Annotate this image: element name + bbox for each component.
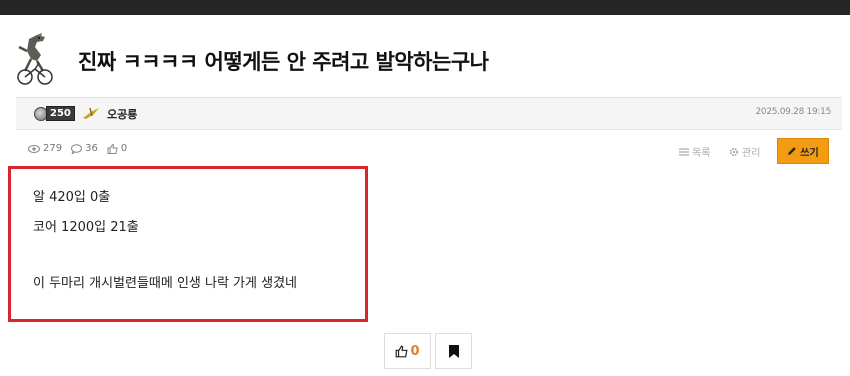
pencil-icon: [788, 147, 796, 155]
write-label: 쓰기: [800, 147, 819, 159]
content-line: 코어 1200입 21출: [33, 220, 139, 235]
post-meta-bar: [16, 97, 842, 130]
mascot-avatar: [17, 33, 53, 85]
comments-count: 36: [85, 143, 98, 154]
author-name[interactable]: 오공룡: [107, 106, 137, 122]
post-date: 2025.09.28 19:15: [755, 107, 831, 117]
like-button[interactable]: 0: [384, 333, 431, 369]
content-line: 알 420입 0출: [33, 190, 111, 205]
comments-stat[interactable]: 36: [71, 143, 98, 154]
class-icon: [83, 107, 99, 119]
thumbs-up-icon: [107, 143, 118, 154]
post-actions: 0: [384, 333, 472, 369]
eye-icon: [28, 144, 40, 153]
like-count: 0: [410, 343, 420, 359]
admin-label: 관리: [742, 148, 761, 159]
views-stat: 279: [28, 143, 62, 154]
admin-button[interactable]: 관리: [729, 144, 760, 159]
list-button[interactable]: 목록: [679, 144, 710, 159]
top-bar: [0, 0, 850, 15]
gear-icon: [729, 147, 739, 156]
list-label: 목록: [692, 148, 711, 159]
post-stats: 279 36 0: [28, 143, 136, 154]
post-title: 진짜 ㅋㅋㅋㅋ 어떻게든 안 주려고 발악하는구나: [78, 50, 489, 74]
likes-count: 0: [120, 143, 128, 154]
views-count: 279: [43, 143, 63, 154]
list-icon: [679, 147, 689, 156]
bookmark-button[interactable]: [435, 333, 472, 369]
write-button[interactable]: 쓰기: [777, 138, 829, 164]
bookmark-icon: [448, 344, 459, 358]
level-number: 250: [46, 106, 75, 121]
level-badge: 250: [34, 106, 75, 121]
likes-stat: 0: [107, 143, 127, 154]
comment-icon: [71, 143, 83, 154]
content-line: 이 두마리 개시벌련들때메 인생 나락 가게 생겼네: [33, 276, 297, 291]
post-content-highlight: 알 420입 0출 코어 1200입 21출 이 두마리 개시벌련들때메 인생 …: [8, 166, 368, 322]
thumbs-up-icon: [396, 344, 408, 357]
